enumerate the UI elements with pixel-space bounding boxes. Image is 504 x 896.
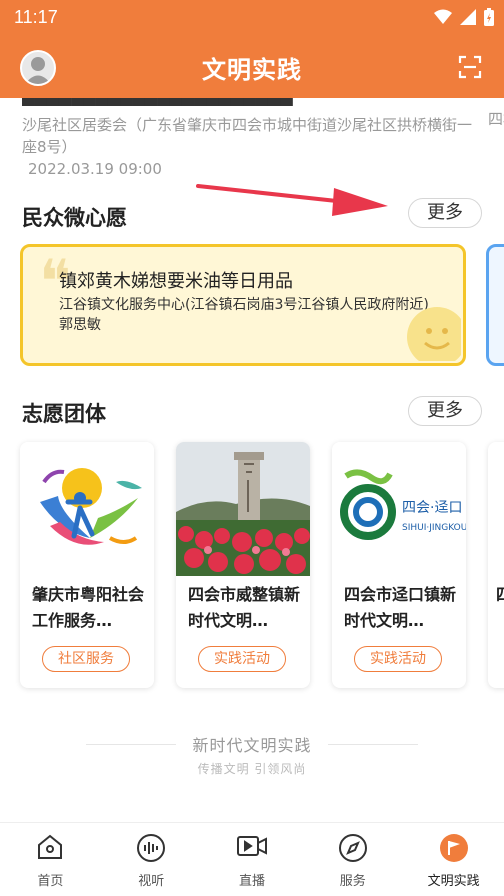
team-name: 肇庆市粤阳社会工作服务… [32,585,145,630]
page-title: 文明实践 [202,56,302,84]
activity-title-cut: ▆▆▆▆▆▆▆▆▆▆▆▆▆▆▆▆▆▆▆▆▆▆ [22,98,472,106]
yueyang-logo [20,442,154,576]
team-card[interactable]: 四 [488,442,504,688]
divider [328,744,418,745]
team-more-button[interactable]: 更多 [408,396,482,426]
compass-icon [338,834,367,862]
activity-date: 2022.03.19 09:00 [28,160,162,178]
divider [86,744,176,745]
status-time: 11:17 [14,7,58,27]
flag-icon [439,834,468,862]
bottom-tab-bar: 首页 视听 直播 服务 文明实践 [0,822,504,896]
tab-label: 视听 [138,874,165,889]
app-header: 文明实践 [0,36,504,98]
team-tag: 社区服务 [42,646,130,672]
tab-label: 文明实践 [427,874,480,889]
team-card[interactable]: 肇庆市粤阳社会工作服务… 社区服务 [20,442,154,688]
footer-slogan: 新时代文明实践 传播文明 引领风尚 [0,732,504,777]
tab-home[interactable]: 首页 [0,823,101,896]
team-name: 四会市威整镇新时代文明… [188,585,301,630]
tab-live[interactable]: 直播 [202,823,303,896]
battery-icon [484,8,494,26]
team-card[interactable]: 四会市威整镇新时代文明… 实践活动 [176,442,310,688]
signal-icon [460,9,476,25]
wish-card[interactable]: ❝ 镇郊黄木娣想要米油等日用品 江谷镇文化服务中心(江谷镇石岗庙3号江谷镇人民政… [20,244,466,366]
tab-audio[interactable]: 视听 [101,823,202,896]
audio-wave-icon [137,834,166,862]
tab-service[interactable]: 服务 [302,823,403,896]
slogan-sub: 传播文明 引领风尚 [197,762,307,776]
status-bar: 11:17 [0,0,504,36]
jingkou-logo-en: SIHUI·JINGKOU [402,523,466,533]
scan-icon[interactable] [458,55,482,79]
slogan-title: 新时代文明实践 [192,736,312,755]
live-video-icon [236,836,267,856]
team-section-title: 志愿团体 [22,402,106,426]
smiley-icon [407,307,461,361]
team-name: 四 [496,582,504,608]
wish-title: 镇郊黄木娣想要米油等日用品 [59,271,293,292]
monument-garden-photo [176,442,310,576]
activity-card[interactable]: ▆▆▆▆▆▆▆▆▆▆▆▆▆▆▆▆▆▆▆▆▆▆ 沙尾社区居委会（广东省肇庆市四会市… [22,98,472,178]
annotation-arrow [196,184,388,216]
system-icons [434,8,494,26]
tab-civilization[interactable]: 文明实践 [403,823,504,896]
tab-label: 服务 [339,874,366,889]
main-content[interactable]: ▆▆▆▆▆▆▆▆▆▆▆▆▆▆▆▆▆▆▆▆▆▆ 沙尾社区居委会（广东省肇庆市四会市… [0,98,504,822]
team-tag: 实践活动 [198,646,286,672]
wish-section-title: 民众微心愿 [22,206,127,230]
home-icon [38,834,63,859]
team-list: 肇庆市粤阳社会工作服务… 社区服务 四会市威整镇新时代文明… 实践活动 四会·迳… [20,442,504,688]
tab-label: 首页 [37,874,64,889]
jingkou-logo-cn: 四会·迳口 [402,500,462,516]
wifi-icon [434,9,452,24]
wish-subtitle: 江谷镇文化服务中心(江谷镇石岗庙3号江谷镇人民政府附近) 郭思敏 [59,297,429,333]
team-card[interactable]: 四会·迳口 SIHUI·JINGKOU 四会市迳口镇新时代文明… 实践活动 [332,442,466,688]
team-name: 四会市迳口镇新时代文明… [344,585,457,630]
activity-card-next[interactable]: 四村 [488,108,504,130]
activity-address: 沙尾社区居委会（广东省肇庆市四会市城中街道沙尾社区拱桥横街一座8号） [22,116,473,156]
jingkou-logo: 四会·迳口 SIHUI·JINGKOU [332,442,466,576]
team-tag: 实践活动 [354,646,442,672]
tab-label: 直播 [238,874,265,889]
wish-more-button[interactable]: 更多 [408,198,482,228]
wish-card-next[interactable] [486,244,504,366]
